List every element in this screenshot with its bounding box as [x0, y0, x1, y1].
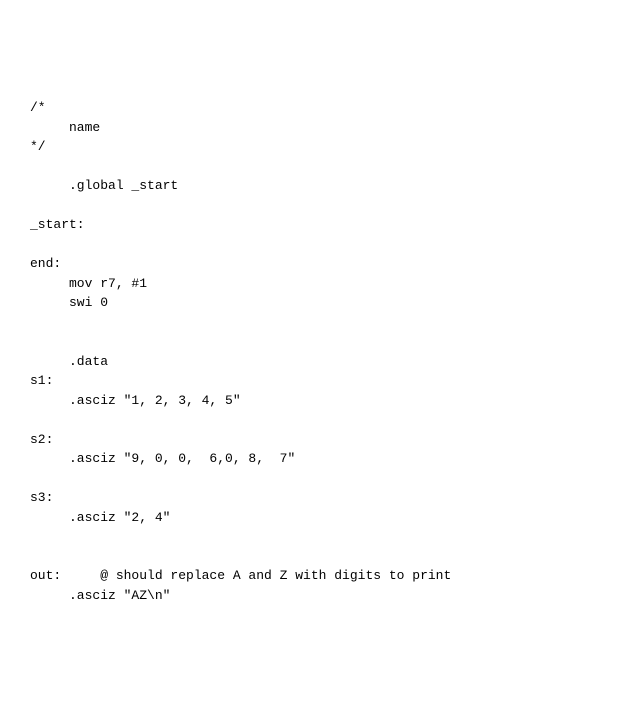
code-line	[30, 196, 611, 216]
code-block: /* name*/ .global _start _start: end: mov …	[30, 98, 611, 605]
code-line: _start:	[30, 215, 611, 235]
code-line	[30, 469, 611, 489]
code-line: s2:	[30, 430, 611, 450]
code-line: end:	[30, 254, 611, 274]
code-line: */	[30, 137, 611, 157]
code-line	[30, 332, 611, 352]
code-line: out: @ should replace A and Z with digit…	[30, 566, 611, 586]
code-line	[30, 410, 611, 430]
code-line: .asciz "1, 2, 3, 4, 5"	[30, 391, 611, 411]
code-line: /*	[30, 98, 611, 118]
code-line: .asciz "2, 4"	[30, 508, 611, 528]
code-line	[30, 157, 611, 177]
code-line: swi 0	[30, 293, 611, 313]
code-line: .asciz "9, 0, 0, 6,0, 8, 7"	[30, 449, 611, 469]
code-line: .global _start	[30, 176, 611, 196]
code-line	[30, 235, 611, 255]
code-line	[30, 527, 611, 547]
code-line: .data	[30, 352, 611, 372]
code-line: .asciz "AZ\n"	[30, 586, 611, 606]
code-line	[30, 547, 611, 567]
code-line: s3:	[30, 488, 611, 508]
code-line: s1:	[30, 371, 611, 391]
code-line: name	[30, 118, 611, 138]
code-line: mov r7, #1	[30, 274, 611, 294]
code-line	[30, 313, 611, 333]
